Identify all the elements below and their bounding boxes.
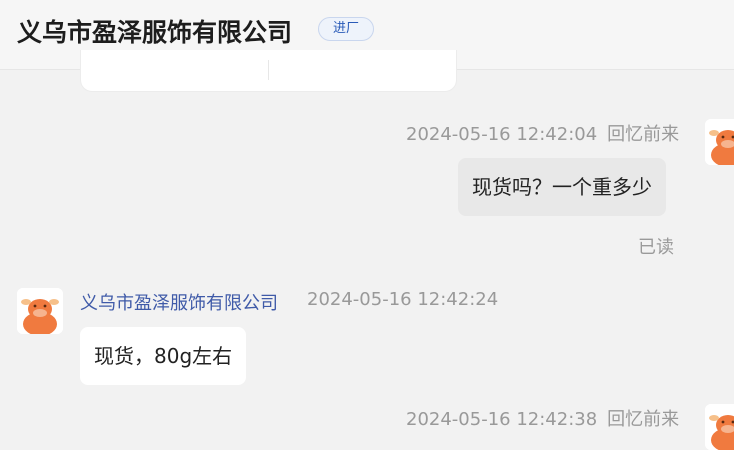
chat-title: 义乌市盈泽服饰有限公司 [17,18,293,47]
message-sender-status: 回忆前来 [607,409,680,430]
orange-cow-avatar-icon [705,404,734,450]
card-divider [268,60,269,80]
received-message-bubble[interactable]: 现货，80g左右 [80,327,247,385]
sent-message-bubble[interactable]: 现货吗？一个重多少 [458,158,666,216]
self-avatar[interactable] [705,404,734,450]
message-sender-status: 回忆前来 [607,124,680,145]
message-meta: 2024-05-16 12:42:04 回忆前来 [406,120,679,146]
sender-avatar[interactable] [17,288,63,334]
previous-message-card[interactable] [80,50,457,92]
orange-cow-avatar-icon [705,119,734,165]
self-avatar[interactable] [705,119,734,165]
message-meta: 2024-05-16 12:42:38 回忆前来 [406,405,679,431]
enter-factory-badge[interactable]: 进厂 [318,17,375,41]
message-timestamp: 2024-05-16 12:42:24 [307,289,499,310]
message-timestamp: 2024-05-16 12:42:38 [406,409,598,430]
read-receipt: 已读 [638,237,674,258]
sender-name[interactable]: 义乌市盈泽服饰有限公司 [80,289,278,315]
message-timestamp: 2024-05-16 12:42:04 [406,124,598,145]
orange-cow-avatar-icon [17,288,63,334]
